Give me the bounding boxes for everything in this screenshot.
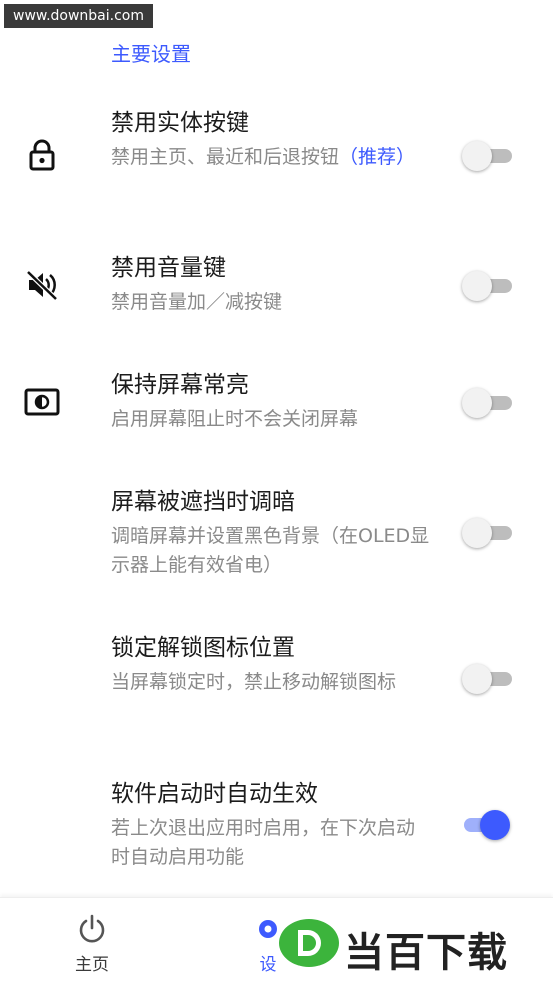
- toggle-switch[interactable]: [462, 269, 512, 303]
- toggle-switch-on[interactable]: [462, 808, 512, 842]
- brand-watermark: 当百下载: [270, 908, 550, 978]
- setting-title: 禁用实体按键: [111, 110, 249, 136]
- nav-home[interactable]: 主页: [52, 912, 132, 975]
- brand-text: 当百下载: [344, 930, 508, 976]
- lock-icon: [22, 135, 62, 175]
- setting-description: 禁用主页、最近和后退按钮（推荐）: [111, 146, 416, 168]
- brightness-screen-icon: [22, 382, 62, 422]
- nav-home-label: 主页: [75, 955, 109, 975]
- setting-description: 调暗屏幕并设置黑色背景（在OLED显示器上能有效省电）: [111, 525, 430, 576]
- setting-description: 若上次退出应用时启用，在下次启动时自动启用功能: [111, 817, 416, 868]
- toggle-switch[interactable]: [462, 139, 512, 173]
- volume-off-icon: [22, 265, 62, 305]
- setting-row-lock-unlock-icon[interactable]: 锁定解锁图标位置 当屏幕锁定时，禁止移动解锁图标: [0, 630, 553, 740]
- brand-logo-icon: [276, 916, 342, 970]
- setting-description: 当屏幕锁定时，禁止移动解锁图标: [111, 671, 397, 693]
- site-watermark: www.downbai.com: [4, 4, 153, 28]
- setting-title: 屏幕被遮挡时调暗: [111, 489, 295, 515]
- power-icon: [52, 912, 132, 946]
- settings-screen: www.downbai.com 主要设置 禁用实体按键 禁用主页、最近和后退按钮…: [0, 0, 553, 983]
- setting-row-keep-screen-on[interactable]: 保持屏幕常亮 启用屏幕阻止时不会关闭屏幕: [0, 367, 553, 447]
- toggle-switch[interactable]: [462, 662, 512, 696]
- setting-description: 启用屏幕阻止时不会关闭屏幕: [111, 408, 359, 430]
- toggle-switch[interactable]: [462, 386, 512, 420]
- setting-description: 禁用音量加／减按键: [111, 291, 283, 313]
- setting-title: 保持屏幕常亮: [111, 372, 249, 398]
- setting-row-auto-enable-on-start[interactable]: 软件启动时自动生效 若上次退出应用时启用，在下次启动时自动启用功能: [0, 776, 553, 886]
- section-title: 主要设置: [111, 42, 191, 66]
- setting-row-disable-keys[interactable]: 禁用实体按键 禁用主页、最近和后退按钮（推荐）: [0, 105, 553, 215]
- setting-title: 锁定解锁图标位置: [111, 635, 295, 661]
- setting-row-dim-when-covered[interactable]: 屏幕被遮挡时调暗 调暗屏幕并设置黑色背景（在OLED显示器上能有效省电）: [0, 484, 553, 594]
- toggle-switch[interactable]: [462, 516, 512, 550]
- setting-row-disable-volume[interactable]: 禁用音量键 禁用音量加／减按键: [0, 250, 553, 330]
- setting-title: 禁用音量键: [111, 255, 226, 281]
- setting-title: 软件启动时自动生效: [111, 781, 318, 807]
